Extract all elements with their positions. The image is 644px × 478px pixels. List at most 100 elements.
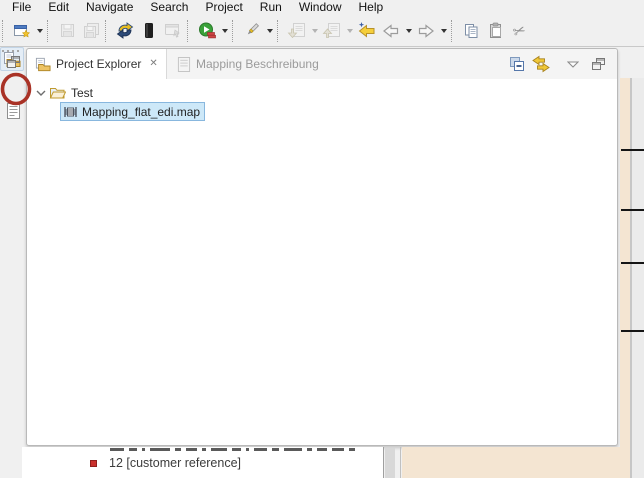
menu-search[interactable]: Search <box>142 0 197 14</box>
outline-document-icon <box>6 103 21 119</box>
menu-edit[interactable]: Edit <box>40 0 78 14</box>
toolbar-separator <box>277 20 282 42</box>
link-with-editor-icon <box>532 55 550 73</box>
save-button <box>55 19 79 43</box>
forward-button[interactable] <box>414 19 438 43</box>
tree-item-customer-reference[interactable]: 12 [customer reference] <box>90 456 241 470</box>
panel-divider <box>400 447 401 478</box>
toolbar-separator <box>232 20 237 42</box>
checkin-document-button <box>285 19 309 43</box>
pen-tool-icon <box>243 22 261 39</box>
panel-divider <box>383 447 384 478</box>
tab-mapping-beschreibung[interactable]: Mapping Beschreibung <box>169 49 332 79</box>
last-edit-location-icon <box>358 22 376 39</box>
pen-tool-dropdown[interactable] <box>264 19 275 43</box>
menu-bar: File Edit Navigate Search Project Run Wi… <box>0 0 644 15</box>
device-console-icon <box>141 22 157 39</box>
toolbar-separator <box>105 20 110 42</box>
menu-help[interactable]: Help <box>351 0 393 14</box>
save-all-button <box>79 19 103 43</box>
project-label: Test <box>71 86 93 100</box>
tab-label: Mapping Beschreibung <box>196 57 319 71</box>
checkout-document-button <box>320 19 344 43</box>
link-with-editor-button[interactable] <box>532 55 550 73</box>
view-tab-bar: Project Explorer ✕ Mapping Beschreibung <box>27 49 617 79</box>
export-wizard-button <box>161 19 185 43</box>
selection-highlight: Mapping_flat_edi.map <box>60 102 205 121</box>
view-toolbar <box>509 49 605 79</box>
synchronize-icon <box>115 22 135 39</box>
checkin-document-icon <box>287 22 307 39</box>
document-icon <box>177 57 191 72</box>
project-explorer-icon <box>35 57 51 72</box>
mapping-canvas-bottom <box>402 447 630 478</box>
toolbar-separator <box>451 20 456 42</box>
chevron-down-icon[interactable] <box>35 88 47 98</box>
tree-item-map-file[interactable]: Mapping_flat_edi.map <box>60 102 617 121</box>
paste-icon <box>487 22 504 39</box>
rail-grip[interactable] <box>2 50 22 53</box>
menu-window[interactable]: Window <box>291 0 351 14</box>
run-dropdown[interactable] <box>219 19 230 43</box>
toolbar-separator <box>187 20 192 42</box>
menu-project[interactable]: Project <box>197 0 251 14</box>
run-button[interactable] <box>195 19 219 43</box>
clipped-text-row <box>110 447 380 452</box>
mapping-connection-lines <box>621 78 644 478</box>
scrollbar[interactable] <box>385 448 395 478</box>
close-icon[interactable]: ✕ <box>149 59 157 69</box>
new-wizard-button[interactable] <box>10 19 34 43</box>
menu-run[interactable]: Run <box>252 0 291 14</box>
field-label: 12 [customer reference] <box>109 456 241 470</box>
new-wizard-icon <box>13 23 31 39</box>
last-edit-location-button[interactable] <box>355 19 379 43</box>
copy-button[interactable] <box>459 19 483 43</box>
checkout-document-dropdown <box>344 19 355 43</box>
checkin-document-dropdown <box>309 19 320 43</box>
back-button[interactable] <box>379 19 403 43</box>
restore-views-button[interactable] <box>3 56 23 68</box>
tab-label: Project Explorer <box>56 57 141 71</box>
minimize-restore-button[interactable] <box>592 58 605 70</box>
bottom-panel: 12 [customer reference] <box>22 447 383 478</box>
toolbar-grip <box>2 20 7 42</box>
collapse-all-icon <box>509 56 525 72</box>
save-icon <box>59 22 76 39</box>
forward-icon <box>417 23 435 39</box>
back-icon <box>382 23 400 39</box>
main-toolbar: ✂ <box>0 15 644 46</box>
minimized-view-rail <box>0 47 24 478</box>
project-explorer-panel: Project Explorer ✕ Mapping Beschreibung <box>26 48 618 446</box>
restore-views-icon <box>7 56 20 68</box>
checkout-document-icon <box>322 22 342 39</box>
view-menu-icon <box>567 61 579 68</box>
device-console-button[interactable] <box>137 19 161 43</box>
run-icon <box>198 22 216 39</box>
red-square-marker <box>90 460 97 467</box>
cut-icon: ✂ <box>510 20 528 41</box>
toolbar-separator <box>47 20 52 42</box>
eclipse-window: File Edit Navigate Search Project Run Wi… <box>0 0 644 478</box>
view-menu-button[interactable] <box>567 61 579 68</box>
project-tree: Test Mapping_flat_edi.map <box>27 79 617 445</box>
menu-navigate[interactable]: Navigate <box>78 0 142 14</box>
rail-outline-button[interactable] <box>3 103 23 119</box>
copy-icon <box>463 23 480 39</box>
map-file-icon <box>63 105 78 119</box>
synchronize-button[interactable] <box>113 19 137 43</box>
forward-dropdown[interactable] <box>438 19 449 43</box>
new-wizard-dropdown[interactable] <box>34 19 45 43</box>
cut-button[interactable]: ✂ <box>507 19 531 43</box>
back-dropdown[interactable] <box>403 19 414 43</box>
map-file-label: Mapping_flat_edi.map <box>82 105 200 119</box>
restore-icon <box>592 58 605 70</box>
menu-file[interactable]: File <box>4 0 40 14</box>
pen-tool-button[interactable] <box>240 19 264 43</box>
tab-project-explorer[interactable]: Project Explorer ✕ <box>27 49 167 79</box>
tree-item-project[interactable]: Test <box>35 83 617 102</box>
collapse-all-button[interactable] <box>509 56 525 72</box>
toolbar-divider <box>0 46 644 47</box>
open-folder-icon <box>49 85 66 100</box>
paste-button[interactable] <box>483 19 507 43</box>
save-all-icon <box>82 22 101 39</box>
